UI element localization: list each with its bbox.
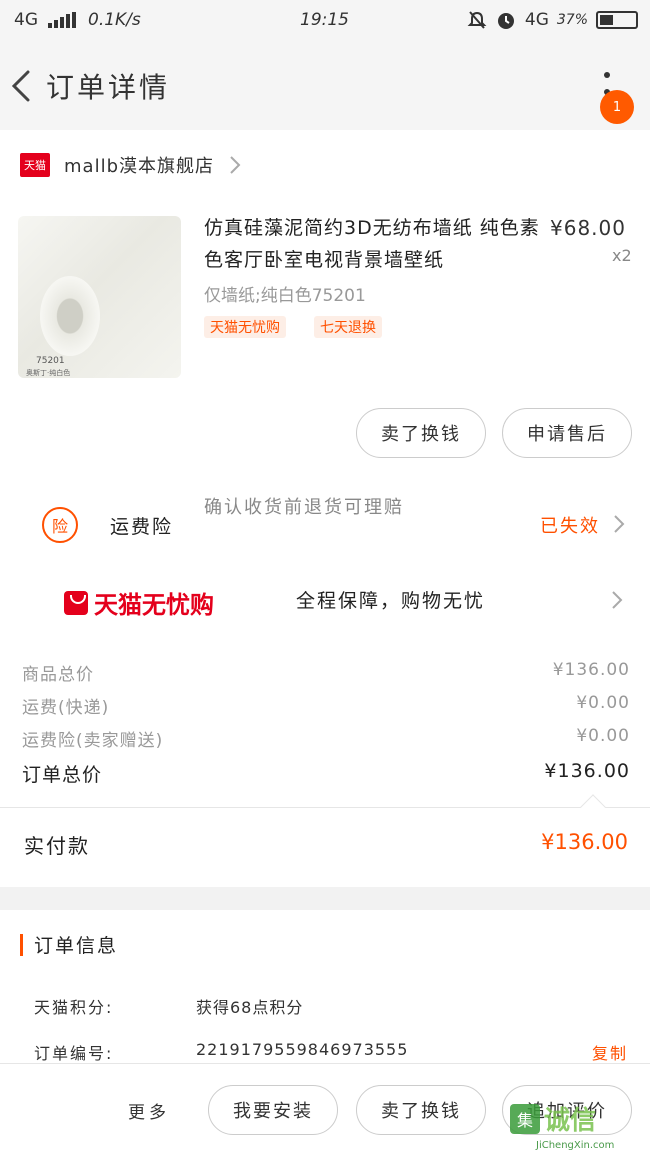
worry-free-logo: 天猫无忧购 [64,585,214,620]
price-label: 运费险(卖家赠送) [22,731,164,751]
install-button[interactable]: 我要安装 [208,1085,338,1135]
insurance-status[interactable]: 已失效 [540,512,600,538]
nav-bar: 订单详情 1 [0,42,650,130]
price-row-shipping: 运费(快递) ¥0.00 [22,693,630,718]
watermark: 集 诚信 [510,1100,596,1137]
store-row[interactable]: 天猫 mallb漠本旗舰店 [20,152,242,178]
price-value: ¥0.00 [576,726,630,746]
points-label: 天猫积分: [34,998,114,1017]
product-quantity: x2 [612,246,632,265]
copy-button[interactable]: 复制 [592,1040,628,1064]
points-value: 获得68点积分 [196,998,304,1017]
after-sale-button[interactable]: 申请售后 [502,408,632,458]
back-arrow-icon[interactable] [10,70,34,102]
chevron-right-icon [230,156,241,174]
price-label: 商品总价 [22,665,94,685]
alarm-icon [497,13,514,29]
product-sku: 仅墙纸;纯白色75201 [204,286,366,306]
insurance-title: 运费险 [110,516,174,538]
order-card: 天猫 mallb漠本旗舰店 75201 奥斯丁·纯白色 仿真硅藻泥简约3D无纺布… [0,130,650,887]
order-total-value: ¥136.00 [544,760,630,782]
network-label: 4G [14,10,38,30]
tag-seven-day-return: 七天退换 [314,316,382,338]
worry-free-brand: 天猫无忧购 [94,591,214,619]
network-label-right: 4G [524,10,549,30]
sell-exchange-button[interactable]: 卖了换钱 [356,408,486,458]
divider-notch [580,794,606,820]
clock: 19:15 [300,10,349,30]
product-price: ¥68.00 [550,216,626,240]
watermark-url: JiChengXin.com [536,1140,615,1151]
price-value: ¥136.00 [552,660,630,680]
paid-value: ¥136.00 [541,830,628,854]
order-info-title: 订单信息 [34,935,119,957]
paid-label: 实付款 [24,834,90,858]
battery-icon [596,11,638,29]
order-total-label: 订单总价 [22,764,103,786]
price-row-insurance: 运费险(卖家赠送) ¥0.00 [22,726,630,751]
watermark-mark: 集 [510,1103,540,1134]
order-info-card: 订单信息 天猫积分: 获得68点积分 订单编号: 221917955984697… [0,910,650,1063]
message-badge[interactable]: 1 [600,90,634,124]
product-thumbnail[interactable]: 75201 奥斯丁·纯白色 [18,216,181,378]
insurance-desc: 确认收货前退货可理赔 [204,497,404,518]
page-title: 订单详情 [46,71,171,104]
divider [0,807,650,808]
wallpaper-roll-image [40,276,100,356]
store-name: mallb漠本旗舰店 [64,156,214,177]
tmall-logo: 天猫 [20,153,50,177]
worry-free-slogan: 全程保障，购物无忧 [296,590,486,612]
order-number-value: 2219179559846973555 [196,1040,409,1059]
battery-percent: 37% [556,12,588,28]
status-bar: 4G 0.1K/s 19:15 4G 37% [0,0,650,42]
chevron-right-icon [614,515,625,533]
price-row-goods: 商品总价 ¥136.00 [22,660,630,685]
insurance-icon: 险 [42,507,78,543]
price-label: 运费(快递) [22,698,110,718]
tag-worry-free: 天猫无忧购 [204,316,286,338]
product-title[interactable]: 仿真硅藻泥简约3D无纺布墙纸 纯色素色客厅卧室电视背景墙壁纸 [204,212,544,276]
chevron-right-icon [612,591,623,609]
section-accent-bar [20,934,23,956]
sell-exchange-bottom-button[interactable]: 卖了换钱 [356,1085,486,1135]
mute-icon [467,11,487,29]
status-right: 4G 37% [467,9,638,31]
order-total-row: 订单总价 ¥136.00 [22,760,630,787]
signal-icon [48,12,76,28]
shopping-bag-icon [64,590,88,615]
thumb-sub: 奥斯丁·纯白色 [26,369,71,377]
watermark-text: 诚信 [544,1106,597,1136]
network-speed: 0.1K/s [88,10,141,30]
order-number-label: 订单编号: [34,1044,114,1063]
thumb-code: 75201 [36,356,65,366]
more-button[interactable]: 更多 [128,1098,170,1123]
status-left: 4G 0.1K/s [14,10,141,30]
price-value: ¥0.00 [576,693,630,713]
